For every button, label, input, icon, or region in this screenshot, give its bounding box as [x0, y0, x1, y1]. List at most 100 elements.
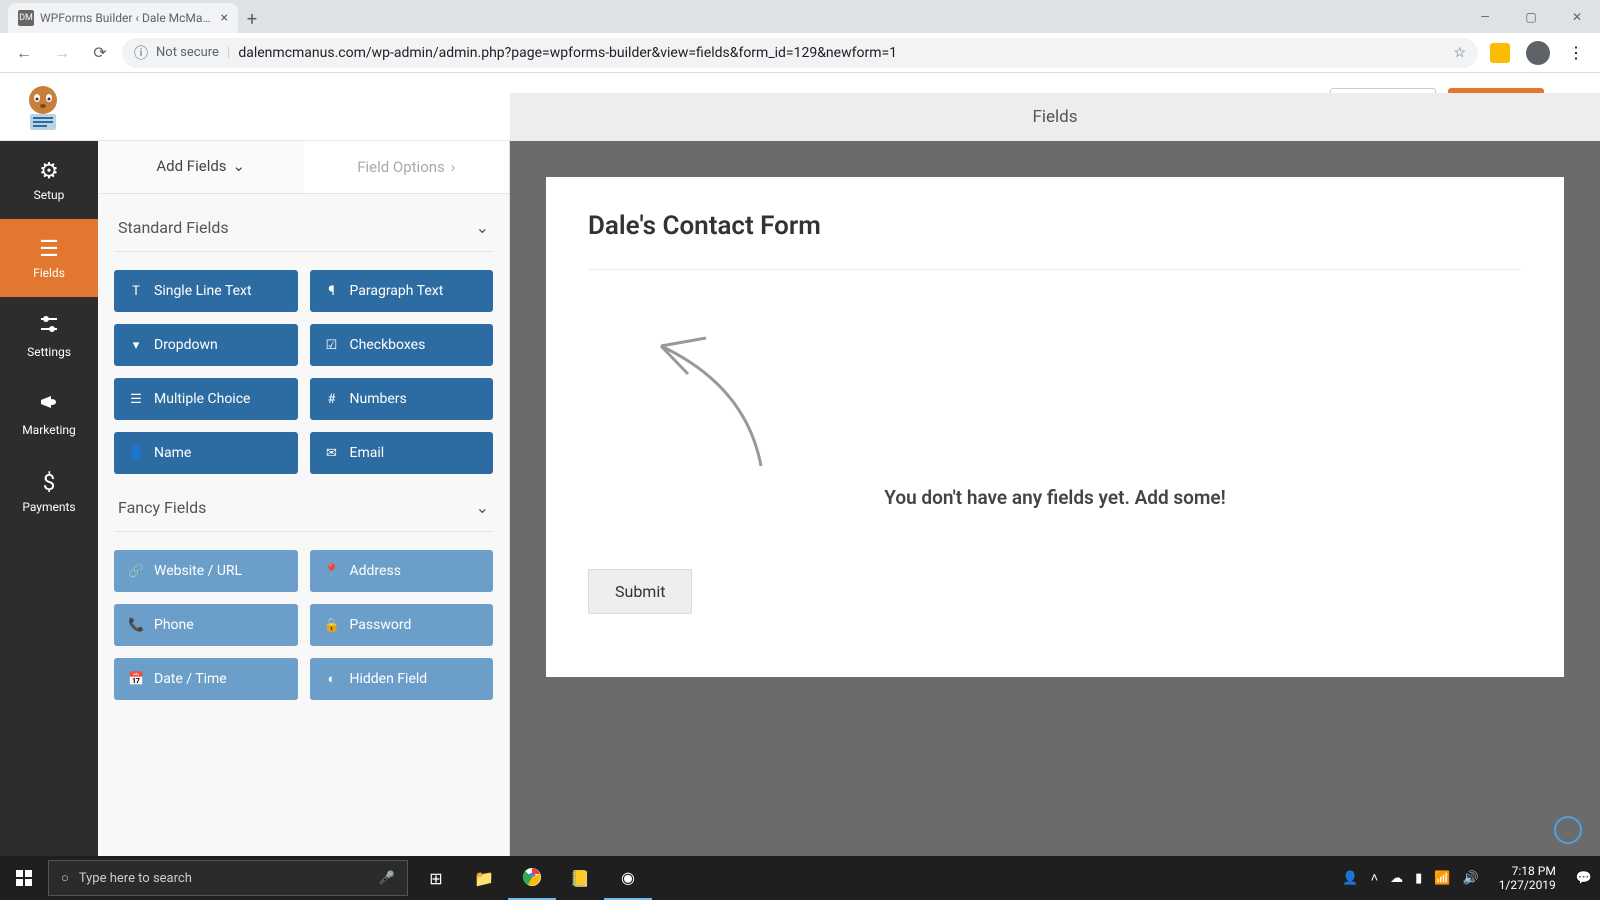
field-phone[interactable]: 📞Phone: [114, 604, 298, 646]
battery-icon[interactable]: ▮: [1415, 871, 1422, 886]
caret-down-icon: ▾: [128, 338, 144, 353]
file-explorer-icon[interactable]: 📁: [460, 856, 508, 900]
field-paragraph-text[interactable]: ¶Paragraph Text: [310, 270, 494, 312]
hash-icon: #: [324, 392, 340, 407]
phone-icon: 📞: [128, 618, 144, 633]
envelope-icon: ✉: [324, 446, 340, 461]
taskbar-search[interactable]: ○ Type here to search 🎤: [48, 860, 408, 896]
chevron-down-icon: ⌄: [233, 157, 246, 175]
tab-title: WPForms Builder ‹ Dale McManu…: [40, 11, 215, 25]
chevron-down-icon: ⌄: [476, 498, 489, 517]
obs-icon[interactable]: ◉: [604, 856, 652, 900]
sidebar-label-marketing: Marketing: [22, 423, 76, 437]
field-password[interactable]: 🔒Password: [310, 604, 494, 646]
notifications-icon[interactable]: 💬: [1576, 871, 1592, 886]
form-preview: Dale's Contact Form You don't have any f…: [546, 177, 1564, 677]
field-name[interactable]: 👤Name: [114, 432, 298, 474]
browser-tab[interactable]: DM WPForms Builder ‹ Dale McManu… ×: [8, 3, 238, 33]
tab-add-label: Add Fields: [156, 157, 226, 175]
maximize-button[interactable]: ▢: [1508, 0, 1554, 33]
wifi-icon[interactable]: 📶: [1434, 871, 1450, 886]
fields-header: Fields: [510, 93, 1600, 141]
tab-favicon-icon: DM: [18, 10, 34, 26]
mic-icon[interactable]: 🎤: [379, 871, 395, 886]
search-placeholder: Type here to search: [79, 871, 192, 886]
fields-panel: Add Fields ⌄ Field Options › Standard Fi…: [98, 141, 510, 856]
obs-recording-icon: [1554, 816, 1582, 844]
info-icon: ⓘ: [134, 43, 148, 63]
section-standard-fields[interactable]: Standard Fields ⌄: [114, 194, 493, 252]
extension-icon[interactable]: [1484, 37, 1516, 69]
section-fancy-fields[interactable]: Fancy Fields ⌄: [114, 474, 493, 532]
security-label: Not secure: [156, 45, 219, 60]
date-text: 1/27/2019: [1499, 878, 1556, 892]
search-icon: ○: [61, 870, 69, 886]
field-website-url[interactable]: 🔗Website / URL: [114, 550, 298, 592]
close-tab-icon[interactable]: ×: [221, 10, 228, 26]
calendar-icon: 📅: [128, 672, 144, 687]
windows-taskbar: ○ Type here to search 🎤 ⊞ 📁 📒 ◉ 👤 ˄ ☁ ▮ …: [0, 856, 1600, 900]
new-tab-button[interactable]: +: [238, 5, 266, 33]
chrome-icon[interactable]: [508, 856, 556, 900]
empty-state: You don't have any fields yet. Add some!: [588, 270, 1522, 569]
onedrive-icon[interactable]: ☁: [1390, 871, 1403, 886]
field-address[interactable]: 📍Address: [310, 550, 494, 592]
arrow-icon: [616, 326, 776, 476]
system-tray: 👤 ˄ ☁ ▮ 📶 🔊 7:18 PM 1/27/2019 💬: [1342, 864, 1600, 893]
start-button[interactable]: [0, 856, 48, 900]
tab-field-options[interactable]: Field Options ›: [304, 141, 510, 193]
field-single-line-text[interactable]: TSingle Line Text: [114, 270, 298, 312]
sidebar-label-setup: Setup: [34, 188, 65, 202]
field-checkboxes[interactable]: ☑Checkboxes: [310, 324, 494, 366]
list-ul-icon: ☰: [128, 392, 144, 407]
map-pin-icon: 📍: [324, 564, 340, 579]
window-controls: — ▢ ✕: [1462, 0, 1600, 33]
close-window-button[interactable]: ✕: [1554, 0, 1600, 33]
field-email[interactable]: ✉Email: [310, 432, 494, 474]
field-date-time[interactable]: 📅Date / Time: [114, 658, 298, 700]
sidebar-item-setup[interactable]: ⚙ Setup: [0, 141, 98, 219]
user-icon: 👤: [128, 446, 144, 461]
empty-message: You don't have any fields yet. Add some!: [588, 486, 1522, 509]
submit-button[interactable]: Submit: [588, 569, 692, 614]
builder-sidebar: ⚙ Setup ☰ Fields Settings Marketing $ Pa…: [0, 141, 98, 856]
clock[interactable]: 7:18 PM 1/27/2019: [1491, 864, 1564, 893]
volume-icon[interactable]: 🔊: [1463, 871, 1479, 886]
sidebar-item-marketing[interactable]: Marketing: [0, 375, 98, 453]
list-icon: ☰: [39, 237, 59, 262]
notes-icon[interactable]: 📒: [556, 856, 604, 900]
standard-title: Standard Fields: [118, 218, 229, 237]
menu-icon[interactable]: ⋮: [1560, 37, 1592, 69]
sidebar-label-fields: Fields: [33, 266, 65, 280]
field-hidden[interactable]: ◐Hidden Field: [310, 658, 494, 700]
field-dropdown[interactable]: ▾Dropdown: [114, 324, 298, 366]
fields-scroll[interactable]: Standard Fields ⌄ TSingle Line Text ¶Par…: [98, 194, 509, 856]
people-icon[interactable]: 👤: [1342, 871, 1358, 886]
minimize-button[interactable]: —: [1462, 0, 1508, 33]
tab-add-fields[interactable]: Add Fields ⌄: [98, 141, 304, 193]
sidebar-item-fields[interactable]: ☰ Fields: [0, 219, 98, 297]
back-button[interactable]: ←: [8, 37, 40, 69]
tray-chevron-icon[interactable]: ˄: [1371, 870, 1379, 886]
url-text: dalenmcmanus.com/wp-admin/admin.php?page…: [238, 45, 897, 61]
chevron-down-icon: ⌄: [476, 218, 489, 237]
profile-avatar-icon[interactable]: [1522, 37, 1554, 69]
field-numbers[interactable]: #Numbers: [310, 378, 494, 420]
sidebar-label-settings: Settings: [27, 345, 71, 359]
check-square-icon: ☑: [324, 338, 340, 353]
form-title: Dale's Contact Form: [588, 211, 1522, 270]
task-view-button[interactable]: ⊞: [412, 856, 460, 900]
dollar-icon: $: [43, 471, 55, 496]
eye-slash-icon: ◐: [324, 671, 340, 687]
sidebar-item-payments[interactable]: $ Payments: [0, 453, 98, 531]
address-bar[interactable]: ⓘ Not secure | dalenmcmanus.com/wp-admin…: [122, 38, 1478, 68]
field-multiple-choice[interactable]: ☰Multiple Choice: [114, 378, 298, 420]
tab-options-label: Field Options: [357, 158, 445, 176]
wpforms-logo-icon[interactable]: [18, 82, 68, 132]
star-icon[interactable]: ☆: [1453, 45, 1466, 61]
forward-button[interactable]: →: [46, 37, 78, 69]
reload-button[interactable]: ⟳: [84, 37, 116, 69]
fancy-title: Fancy Fields: [118, 498, 206, 517]
browser-toolbar: ← → ⟳ ⓘ Not secure | dalenmcmanus.com/wp…: [0, 33, 1600, 73]
sidebar-item-settings[interactable]: Settings: [0, 297, 98, 375]
